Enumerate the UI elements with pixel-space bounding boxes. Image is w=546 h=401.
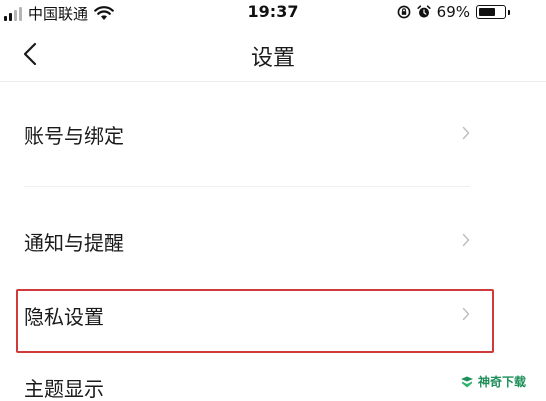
battery-icon: [476, 5, 510, 19]
page-title: 设置: [250, 46, 295, 71]
battery-fill: [479, 8, 495, 16]
menu-item-label: 通知与提醒: [24, 231, 124, 255]
orientation-lock-icon: [397, 5, 411, 19]
menu-item-label: 账号与绑定: [24, 124, 124, 148]
status-bar: 中国联通 19:37 69%: [0, 0, 546, 26]
menu-item-notifications[interactable]: 通知与提醒: [0, 211, 500, 271]
menu-item-theme[interactable]: 主题显示: [0, 357, 500, 401]
highlight-box: [16, 289, 494, 353]
nav-bar: 设置: [0, 26, 546, 82]
chevron-right-icon: [462, 126, 470, 140]
watermark-logo-icon: [461, 376, 473, 387]
menu-item-account-binding[interactable]: 账号与绑定: [0, 104, 500, 164]
menu-item-label: 主题显示: [24, 377, 104, 401]
status-right: 69%: [397, 3, 510, 21]
battery-percent: 69%: [436, 3, 470, 21]
section-divider: [24, 186, 470, 187]
alarm-icon: [417, 5, 431, 18]
watermark: 神奇下载: [460, 373, 526, 390]
chevron-right-icon: [462, 233, 470, 247]
watermark-text: 神奇下载: [478, 375, 527, 389]
